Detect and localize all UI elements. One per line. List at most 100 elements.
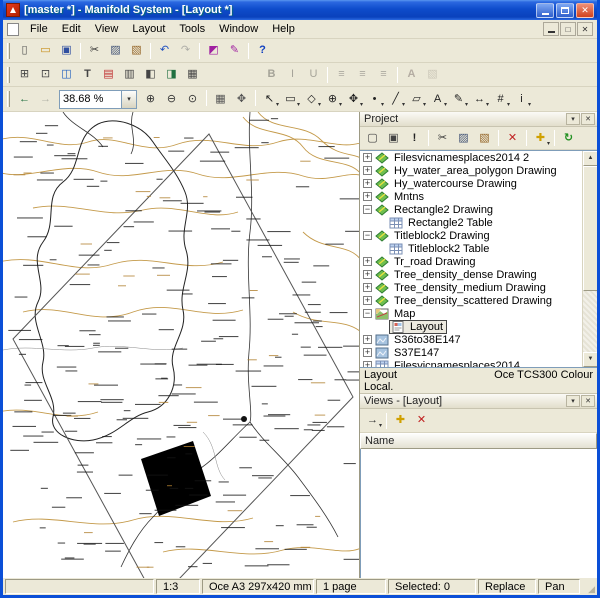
manifold-app-icon[interactable] [6,3,20,17]
style-tool-button-5[interactable]: ▦ [182,65,203,84]
collapse-icon[interactable]: − [363,231,372,240]
box-select-tool-button[interactable]: ▭▾ [280,90,301,109]
expand-icon[interactable]: + [363,192,372,201]
text-tool-button[interactable]: T [77,65,98,84]
delete-button[interactable]: ✕ [502,129,523,148]
style-tool-button-3[interactable]: ◧ [140,65,161,84]
tree-item[interactable]: +Tree_density_dense Drawing [360,268,582,281]
menu-item-file[interactable]: File [23,21,55,37]
expand-icon[interactable]: + [363,283,372,292]
collapse-icon[interactable]: − [363,205,372,214]
open-component-button[interactable]: ▣ [383,129,404,148]
minimize-button[interactable] [536,3,554,18]
copy-button[interactable]: ▨ [453,129,474,148]
tree-scrollbar[interactable]: ▲ ▼ [582,151,597,367]
insert-line-tool-button[interactable]: ╱▾ [385,90,406,109]
save-button[interactable]: ▣ [56,41,77,60]
grid-button[interactable]: ▦ [210,90,231,109]
style-tool-button-4[interactable]: ◨ [161,65,182,84]
document-icon[interactable] [7,23,19,36]
style-tool-button-2[interactable]: ▥ [119,65,140,84]
pan-hand-button[interactable]: ✥ [231,90,252,109]
zoom-fit-button[interactable]: ⊙ [182,90,203,109]
lasso-select-tool-button[interactable]: ◇▾ [301,90,322,109]
scroll-down-icon[interactable]: ▼ [583,352,597,367]
tree-item[interactable]: +Tree_density_scattered Drawing [360,294,582,307]
status-mode-replace[interactable]: Replace [478,579,536,594]
open-window-button[interactable]: ▢ [362,129,383,148]
toolbar-grip[interactable] [7,43,10,59]
expand-icon[interactable]: + [363,257,372,266]
tree-item[interactable]: +Mntns [360,190,582,203]
tree-item[interactable]: +Hy_water_area_polygon Drawing [360,164,582,177]
undo-button[interactable]: ↶ [154,41,175,60]
new-view-button[interactable]: ✚ [390,411,411,430]
expand-icon[interactable]: + [363,348,372,357]
zoom-in-button[interactable]: ⊕ [140,90,161,109]
scrollbar-thumb[interactable] [583,166,597,291]
cut-button[interactable]: ✂ [84,41,105,60]
tree-item[interactable]: +Filesvicnamesplaces2014 [360,359,582,367]
toolbar-grip[interactable] [7,91,10,107]
tree-item[interactable]: −Titleblock2 Drawing [360,229,582,242]
scroll-up-icon[interactable]: ▲ [583,151,597,166]
insert-text-tool-button[interactable]: A▾ [427,90,448,109]
mdi-restore-button[interactable]: □ [560,22,576,36]
mdi-minimize-button[interactable] [543,22,559,36]
menu-item-help[interactable]: Help [265,21,302,37]
open-button[interactable]: ▭ [35,41,56,60]
new-component-button[interactable]: ◩ [203,41,224,60]
menu-item-view[interactable]: View [88,21,126,37]
new-button[interactable]: ▯ [14,41,35,60]
tree-item[interactable]: +Tr_road Drawing [360,255,582,268]
measure-tool-button[interactable]: ↔▾ [469,90,490,109]
paste-button[interactable]: ▧ [126,41,147,60]
expand-icon[interactable]: + [363,270,372,279]
project-pane-close-button[interactable]: ✕ [581,113,595,125]
toolbar-grip[interactable] [7,67,10,83]
tree-item[interactable]: +Hy_watercourse Drawing [360,177,582,190]
layout-canvas[interactable] [3,112,360,578]
menu-item-layout[interactable]: Layout [125,21,172,37]
select-tool-button[interactable]: ↖▾ [259,90,280,109]
properties-button[interactable]: ! [404,129,425,148]
insert-area-tool-button[interactable]: ▱▾ [406,90,427,109]
expand-icon[interactable]: + [363,179,372,188]
view-back-button[interactable]: ← [14,90,35,109]
menu-item-tools[interactable]: Tools [172,21,212,37]
snap-mode-button[interactable]: #▾ [490,90,511,109]
tree-item[interactable]: Rectangle2 Table [360,216,582,229]
status-mode-pan[interactable]: Pan [538,579,580,594]
new-component-button[interactable]: ✚▾ [530,129,551,148]
mdi-close-button[interactable]: ✕ [577,22,593,36]
tree-item[interactable]: +S37E147 [360,346,582,359]
maximize-button[interactable] [556,3,574,18]
delete-view-button[interactable]: ✕ [411,411,432,430]
tree-item[interactable]: +Filesvicnamesplaces2014 2 [360,151,582,164]
snap-tool-button-2[interactable]: ⊡ [35,65,56,84]
snap-tool-button-3[interactable]: ◫ [56,65,77,84]
help-button[interactable]: ? [252,41,273,60]
copy-button[interactable]: ▨ [105,41,126,60]
paste-button[interactable]: ▧ [474,129,495,148]
cut-button[interactable]: ✂ [432,129,453,148]
pan-tool-button[interactable]: ✥▾ [343,90,364,109]
close-button[interactable]: ✕ [576,3,594,18]
resize-grip[interactable] [582,579,595,594]
views-pane-menu-button[interactable]: ▾ [566,395,580,407]
expand-icon[interactable]: + [363,335,372,344]
insert-point-tool-button[interactable]: •▾ [364,90,385,109]
expand-icon[interactable]: + [363,361,372,367]
views-pane-close-button[interactable]: ✕ [581,395,595,407]
tree-item[interactable]: +Tree_density_medium Drawing [360,281,582,294]
open-view-button[interactable]: →▾ [362,411,383,430]
expand-icon[interactable]: + [363,153,372,162]
expand-icon[interactable]: + [363,166,372,175]
tree-item[interactable]: Layout [360,320,582,333]
views-list[interactable] [360,449,597,578]
expand-icon[interactable]: + [363,296,372,305]
edit-tool-button[interactable]: ✎▾ [448,90,469,109]
edit-query-button[interactable]: ✎ [224,41,245,60]
zoom-tool-button[interactable]: ⊕▾ [322,90,343,109]
views-name-column-header[interactable]: Name [360,433,597,449]
